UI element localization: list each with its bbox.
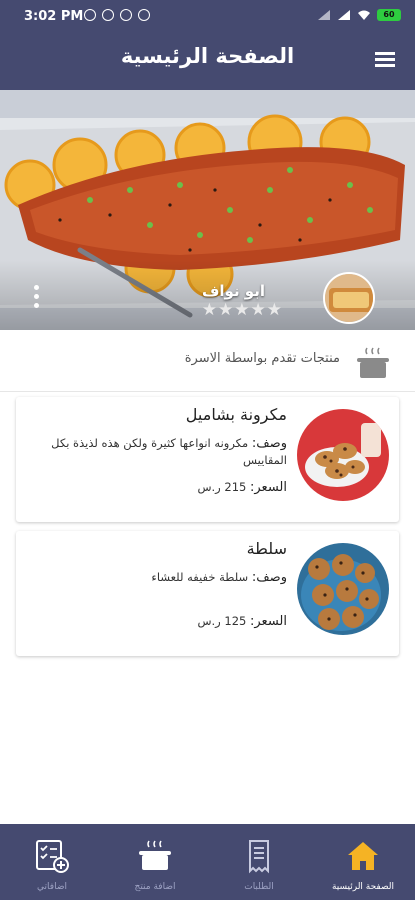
receipt-icon: [249, 840, 269, 874]
notification-icon: [120, 9, 132, 21]
price-label: السعر:: [250, 480, 287, 495]
product-image: [297, 543, 389, 635]
product-price: السعر: 125 ر.س: [197, 614, 287, 629]
nav-label-my-additions: اضافاتي: [37, 882, 67, 892]
nav-label-add-product: اضافة منتج: [134, 882, 176, 892]
nav-item-my-additions[interactable]: اضافاتي: [0, 824, 104, 900]
more-options-icon[interactable]: [34, 285, 40, 312]
vendor-avatar[interactable]: [323, 272, 375, 324]
cooking-pot-icon: [357, 347, 389, 378]
hamburger-menu-icon[interactable]: [375, 52, 395, 68]
section-header: منتجات تقدم بواسطة الاسرة: [0, 330, 415, 392]
nav-label-orders: الطلبات: [244, 882, 274, 892]
signal-icon: [338, 10, 350, 20]
nav-label-home: الصفحة الرئيسية: [331, 882, 395, 892]
product-card[interactable]: مكرونة بشاميل وصف: مكرونه انواعها كثيرة …: [16, 397, 399, 522]
product-description: وصف: مكرونه انواعها كثيرة ولكن هذه لذيذة…: [37, 435, 287, 468]
description-text: سلطة خفيفه للعشاء: [151, 570, 249, 584]
nav-item-orders[interactable]: الطلبات: [207, 824, 311, 900]
notification-icon: [138, 9, 150, 21]
description-label: وصف:: [251, 570, 287, 585]
vendor-rating-stars: ★★★★★: [201, 300, 283, 320]
signal-icon: [318, 10, 330, 20]
status-time: 3:02 PM: [24, 9, 84, 24]
app-bar: الصفحة الرئيسية: [0, 34, 415, 90]
alarm-icon: [84, 9, 96, 21]
wifi-icon: [358, 10, 370, 20]
product-price: السعر: 215 ر.س: [197, 480, 287, 495]
status-notification-icons: [84, 9, 150, 21]
price-label: السعر:: [250, 614, 287, 629]
status-bar: 3:02 PM 60: [0, 0, 415, 34]
notification-icon: [102, 9, 114, 21]
featured-vendor-banner[interactable]: ابو نواف ★★★★★: [0, 90, 415, 330]
vendor-name: ابو نواف: [201, 282, 265, 300]
cooking-pot-icon: [139, 840, 171, 870]
page-title: الصفحة الرئيسية: [120, 44, 295, 68]
product-image: [297, 409, 389, 501]
nav-item-add-product[interactable]: اضافة منتج: [103, 824, 207, 900]
description-label: وصف:: [251, 436, 287, 451]
status-system-icons: 60: [317, 9, 401, 21]
product-description: وصف: سلطة خفيفه للعشاء: [37, 569, 287, 586]
bottom-navigation: الصفحة الرئيسية الطلبات اضافة منتج اضافا…: [0, 824, 415, 900]
battery-icon: 60: [377, 9, 401, 21]
price-value: 215 ر.س: [197, 480, 247, 494]
product-card[interactable]: سلطة وصف: سلطة خفيفه للعشاء السعر: 125 ر…: [16, 531, 399, 656]
section-title: منتجات تقدم بواسطة الاسرة: [184, 351, 340, 366]
product-name: مكرونة بشاميل: [185, 405, 287, 424]
product-name: سلطة: [246, 539, 287, 558]
nav-item-home[interactable]: الصفحة الرئيسية: [311, 824, 415, 900]
checklist-add-icon: [36, 840, 69, 873]
price-value: 125 ر.س: [197, 614, 247, 628]
home-icon: [348, 842, 378, 870]
